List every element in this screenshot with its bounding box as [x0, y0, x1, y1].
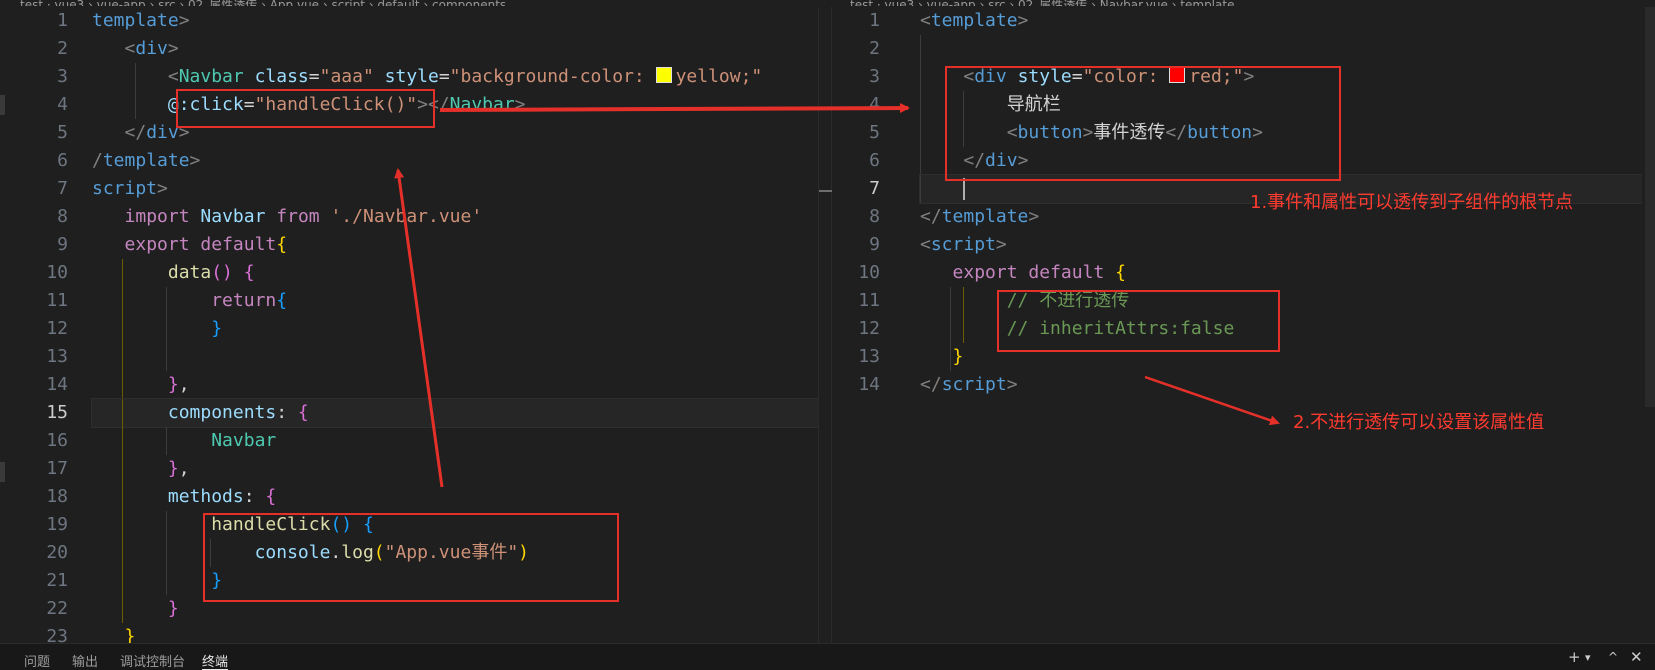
panel-tab-output[interactable]: 输出 — [72, 651, 98, 670]
line-number: 11 — [46, 290, 68, 311]
code-line: }, — [92, 455, 818, 483]
editor-split-sash[interactable] — [818, 7, 832, 643]
panel-tab-problems[interactable]: 问题 — [24, 651, 50, 670]
code-line: <div> — [124, 38, 179, 59]
line-number: 5 — [869, 122, 880, 143]
code-line: export default { — [952, 262, 1126, 283]
line-number: 6 — [57, 150, 68, 171]
line-number: 14 — [46, 374, 68, 395]
text-cursor — [963, 178, 965, 200]
line-number: 7 — [57, 178, 68, 199]
line-number: 4 — [57, 94, 68, 115]
line-number: 9 — [57, 234, 68, 255]
code-line — [920, 35, 1642, 63]
line-number: 3 — [57, 66, 68, 87]
line-number: 9 — [869, 234, 880, 255]
line-number: 5 — [57, 122, 68, 143]
plus-icon[interactable]: + — [1568, 648, 1581, 666]
right-editor-scrollbar[interactable] — [1645, 7, 1655, 407]
line-number: 6 — [869, 150, 880, 171]
code-line: import Navbar from './Navbar.vue' — [124, 206, 483, 227]
code-line: <Navbar class="aaa" style="background-co… — [92, 63, 818, 91]
bottom-panel-bar: 问题 输出 调试控制台 终端 + ▾ ^ ✕ — [0, 643, 1655, 670]
line-number: 13 — [46, 346, 68, 367]
sash-marker — [819, 190, 832, 192]
code-line: </script> — [920, 374, 1018, 395]
annotation-note-1: 1.事件和属性可以透传到子组件的根节点 — [1250, 192, 1574, 213]
line-number: 23 — [46, 626, 68, 643]
line-number: 2 — [869, 38, 880, 59]
maximize-icon[interactable]: ^ — [1608, 650, 1618, 664]
close-icon[interactable]: ✕ — [1630, 648, 1643, 666]
breadcrumb-left[interactable]: test · vue3 › vue-app › src › 02_属性透传 › … — [20, 0, 506, 6]
line-number: 4 — [869, 94, 880, 115]
left-diff-marker — [0, 95, 5, 115]
line-number: 10 — [858, 262, 880, 283]
line-number: 2 — [57, 38, 68, 59]
line-number: 20 — [46, 542, 68, 563]
line-number: 17 — [46, 458, 68, 479]
line-number: 8 — [57, 206, 68, 227]
breadcrumb-right[interactable]: test · vue3 › vue-app › src › 02_属性透传 › … — [850, 0, 1234, 6]
panel-tab-debug-console[interactable]: 调试控制台 — [120, 651, 185, 670]
code-line: Navbar — [92, 427, 818, 455]
code-line: } — [124, 626, 136, 643]
line-number: 8 — [869, 206, 880, 227]
code-line: } — [92, 315, 818, 343]
line-number: 13 — [858, 346, 880, 367]
line-number: 16 — [46, 430, 68, 451]
right-line-gutter: 1 2 3 4 5 6 7 8 9 10 11 12 13 14 — [832, 7, 892, 399]
code-line-current: components: { — [91, 398, 818, 428]
panel-tab-terminal[interactable]: 终端 — [202, 651, 229, 670]
left-line-gutter: 1 2 3 4 5 6 7 8 9 10 11 12 13 14 15 16 17 18 19 20 21 22 23 — [0, 7, 80, 643]
line-number: 15 — [46, 402, 68, 423]
chevron-down-icon[interactable]: ▾ — [1585, 651, 1591, 664]
code-line: }, — [92, 371, 818, 399]
code-line: template> — [92, 10, 190, 31]
line-number: 7 — [869, 178, 880, 199]
code-line: <template> — [920, 10, 1029, 31]
code-line: /template> — [92, 150, 201, 171]
line-number: 21 — [46, 570, 68, 591]
line-number: 1 — [869, 10, 880, 31]
annotation-box-root-div — [945, 66, 1341, 181]
code-line: methods: { — [92, 483, 818, 511]
line-number: 12 — [858, 318, 880, 339]
line-number: 1 — [57, 10, 68, 31]
code-line: export default{ — [124, 234, 288, 255]
line-number: 10 — [46, 262, 68, 283]
line-number: 3 — [869, 66, 880, 87]
annotation-box-inherit-attrs — [997, 290, 1280, 352]
annotation-box-click-attr — [176, 89, 435, 128]
line-number: 18 — [46, 486, 68, 507]
code-line: return{ — [92, 287, 818, 315]
code-line: data() { — [92, 259, 818, 287]
line-number: 22 — [46, 598, 68, 619]
code-line: script> — [92, 178, 168, 199]
annotation-box-handleclick — [203, 513, 619, 602]
line-number: 11 — [858, 290, 880, 311]
line-number: 12 — [46, 318, 68, 339]
left-diff-marker — [0, 462, 5, 482]
code-line: <script> — [920, 234, 1007, 255]
color-swatch-yellow[interactable] — [655, 67, 672, 83]
annotation-note-2: 2.不进行透传可以设置该属性值 — [1293, 412, 1545, 433]
code-line — [92, 343, 818, 371]
line-number: 14 — [858, 374, 880, 395]
line-number: 19 — [46, 514, 68, 535]
